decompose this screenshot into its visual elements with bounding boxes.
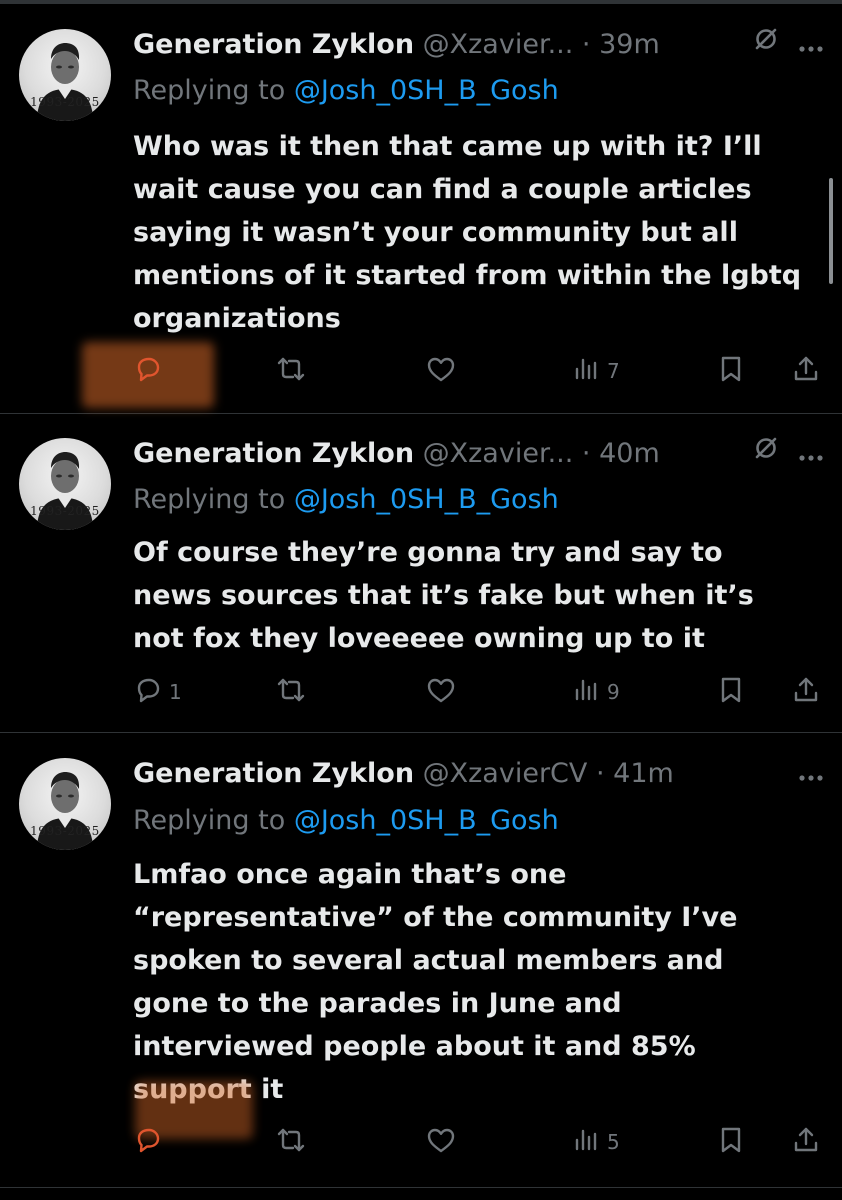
replying-to-label: Replying to (133, 75, 286, 106)
views-button[interactable]: 9 (573, 672, 620, 712)
avatar[interactable]: 1993-2025 (19, 758, 111, 850)
timestamp[interactable]: 41m (613, 758, 674, 789)
views-icon (573, 1125, 601, 1160)
bookmark-icon (717, 1125, 745, 1160)
share-icon (791, 1125, 821, 1160)
tweet-actions: 5 (133, 1122, 824, 1162)
separator-dot: · (581, 438, 591, 469)
more-icon[interactable] (798, 25, 824, 65)
tweet-header: Generation Zyklon @Xzavier... · 40m (133, 434, 824, 474)
tweet-actions: 7 (133, 351, 824, 391)
tweet-text: Who was it then that came up with it? I’… (133, 125, 823, 340)
reply-mention-link[interactable]: @Josh_0SH_B_Gosh (294, 805, 559, 836)
avatar-years: 1993-2025 (30, 824, 100, 838)
avatar[interactable]: 1993-2025 (19, 438, 111, 530)
muted-icon (752, 434, 780, 474)
bookmark-icon (717, 354, 745, 389)
timestamp[interactable]: 39m (599, 29, 660, 60)
reply-count: 1 (169, 680, 182, 704)
views-count: 9 (607, 680, 620, 704)
replying-to-label: Replying to (133, 484, 286, 515)
views-icon (573, 675, 601, 710)
user-handle[interactable]: @XzavierCV (423, 758, 588, 789)
share-icon (791, 675, 821, 710)
views-button[interactable]: 7 (573, 351, 620, 391)
heart-icon (425, 675, 457, 710)
bookmark-button[interactable] (717, 1122, 745, 1162)
tweet-text-line: organizations (133, 303, 341, 334)
like-button[interactable] (425, 351, 457, 391)
replying-to-label: Replying to (133, 805, 286, 836)
avatar[interactable]: 1993-2025 (19, 29, 111, 121)
repost-button[interactable] (275, 351, 307, 391)
reply-mention-link[interactable]: @Josh_0SH_B_Gosh (294, 75, 559, 106)
heart-icon (425, 1125, 457, 1160)
separator-dot: · (595, 758, 605, 789)
user-handle[interactable]: @Xzavier... (423, 438, 574, 469)
replying-to: Replying to @Josh_0SH_B_Gosh (133, 480, 559, 520)
tweet-text-line: wait cause you can find a couple article… (133, 174, 752, 205)
tweet-text: Of course they’re gonna try and say to n… (133, 531, 823, 660)
like-button[interactable] (425, 1122, 457, 1162)
reply-icon (133, 1125, 163, 1160)
reply-button[interactable]: 1 (133, 672, 182, 712)
repost-icon (275, 354, 307, 389)
repost-button[interactable] (275, 1122, 307, 1162)
tweet-text-line: news sources that it’s fake but when it’… (133, 580, 754, 611)
reply-button[interactable] (133, 1122, 169, 1162)
share-button[interactable] (791, 351, 821, 391)
repost-icon (275, 675, 307, 710)
repost-icon (275, 1125, 307, 1160)
tweet[interactable]: 1993-2025 Generation Zyklon @Xzavier... … (0, 414, 842, 733)
tweet-text-line: mentions of it started from within the l… (133, 260, 802, 291)
bookmark-icon (717, 675, 745, 710)
views-count: 7 (607, 359, 620, 383)
separator-dot: · (581, 29, 591, 60)
tweet[interactable]: 1993-2025 Generation Zyklon @XzavierCV ·… (0, 733, 842, 1188)
tweet-text-line: gone to the parades in June and (133, 988, 622, 1019)
share-icon (791, 354, 821, 389)
views-icon (573, 354, 601, 389)
more-icon[interactable] (798, 434, 824, 474)
views-button[interactable]: 5 (573, 1122, 620, 1162)
share-button[interactable] (791, 672, 821, 712)
tweet-text-line: not fox they loveeeee owning up to it (133, 623, 705, 654)
display-name[interactable]: Generation Zyklon (133, 438, 414, 469)
bookmark-button[interactable] (717, 672, 745, 712)
tweet-text: Lmfao once again that’s one “representat… (133, 853, 823, 1111)
tweet-text-line: “representative” of the community I’ve (133, 902, 738, 933)
bookmark-button[interactable] (717, 351, 745, 391)
heart-icon (425, 354, 457, 389)
tweet-text-line: interviewed people about it and 85% (133, 1031, 696, 1062)
user-handle[interactable]: @Xzavier... (423, 29, 574, 60)
tweet-header: Generation Zyklon @Xzavier... · 39m (133, 25, 824, 65)
like-button[interactable] (425, 672, 457, 712)
tweet-text-line: Of course they’re gonna try and say to (133, 537, 723, 568)
tweet[interactable]: 1993-2025 Generation Zyklon @Xzavier... … (0, 4, 842, 414)
more-icon[interactable] (798, 754, 824, 794)
tweet-header: Generation Zyklon @XzavierCV · 41m (133, 754, 824, 794)
tweet-text-line: saying it wasn’t your community but all (133, 217, 738, 248)
replying-to: Replying to @Josh_0SH_B_Gosh (133, 71, 559, 111)
display-name[interactable]: Generation Zyklon (133, 29, 414, 60)
tweet-text-line: Lmfao once again that’s one (133, 859, 567, 890)
tweet-text-line: spoken to several actual members and (133, 945, 724, 976)
reply-icon (133, 354, 163, 389)
timestamp[interactable]: 40m (599, 438, 660, 469)
replying-to: Replying to @Josh_0SH_B_Gosh (133, 801, 559, 841)
repost-button[interactable] (275, 672, 307, 712)
share-button[interactable] (791, 1122, 821, 1162)
display-name[interactable]: Generation Zyklon (133, 758, 414, 789)
reply-mention-link[interactable]: @Josh_0SH_B_Gosh (294, 484, 559, 515)
avatar-years: 1993-2025 (30, 504, 100, 518)
tweet-text-line: Who was it then that came up with it? I’… (133, 131, 762, 162)
reply-button[interactable] (133, 351, 169, 391)
reply-icon (133, 675, 163, 710)
tweet-actions: 1 9 (133, 672, 824, 712)
muted-icon (752, 25, 780, 65)
avatar-years: 1993-2025 (30, 95, 100, 109)
views-count: 5 (607, 1130, 620, 1154)
